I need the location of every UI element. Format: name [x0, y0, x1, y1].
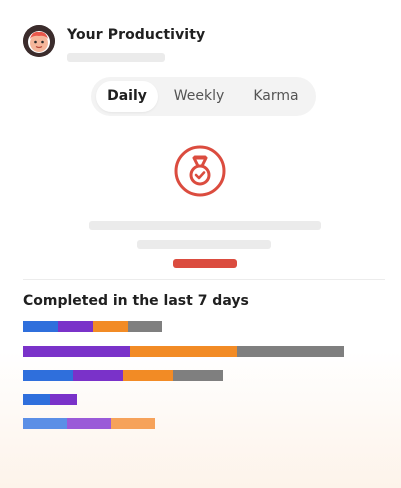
- bar-segment: [23, 394, 50, 405]
- bar-segment: [23, 370, 73, 381]
- bar-segment: [23, 418, 67, 429]
- bar-row: [23, 418, 155, 429]
- period-tabs: Daily Weekly Karma: [91, 77, 316, 116]
- medal-check-icon: [174, 145, 226, 197]
- bar-segment: [93, 321, 128, 332]
- tab-daily[interactable]: Daily: [96, 81, 158, 112]
- text-placeholder: [137, 240, 271, 249]
- productivity-card: Your Productivity Daily Weekly Karma Com…: [0, 0, 401, 488]
- tab-karma[interactable]: Karma: [243, 81, 309, 112]
- bar-segment: [111, 418, 155, 429]
- bar-row: [23, 346, 344, 357]
- bar-segment: [73, 370, 123, 381]
- bar-segment: [128, 321, 162, 332]
- progress-placeholder: [173, 259, 237, 268]
- completed-title: Completed in the last 7 days: [23, 293, 249, 309]
- user-avatar[interactable]: [23, 25, 55, 57]
- bar-segment: [123, 370, 173, 381]
- divider: [23, 279, 385, 280]
- bar-segment: [130, 346, 237, 357]
- bar-segment: [23, 346, 130, 357]
- bar-row: [23, 321, 162, 332]
- bar-row: [23, 370, 223, 381]
- text-placeholder: [89, 221, 321, 230]
- bar-row: [23, 394, 77, 405]
- avatar-icon: [23, 25, 55, 57]
- tab-weekly[interactable]: Weekly: [166, 81, 232, 112]
- bar-segment: [50, 394, 77, 405]
- bar-segment: [58, 321, 93, 332]
- page-title: Your Productivity: [67, 27, 206, 43]
- bar-segment: [23, 321, 58, 332]
- subtitle-placeholder: [67, 53, 165, 62]
- bar-segment: [173, 370, 223, 381]
- bar-segment: [237, 346, 344, 357]
- bar-segment: [67, 418, 111, 429]
